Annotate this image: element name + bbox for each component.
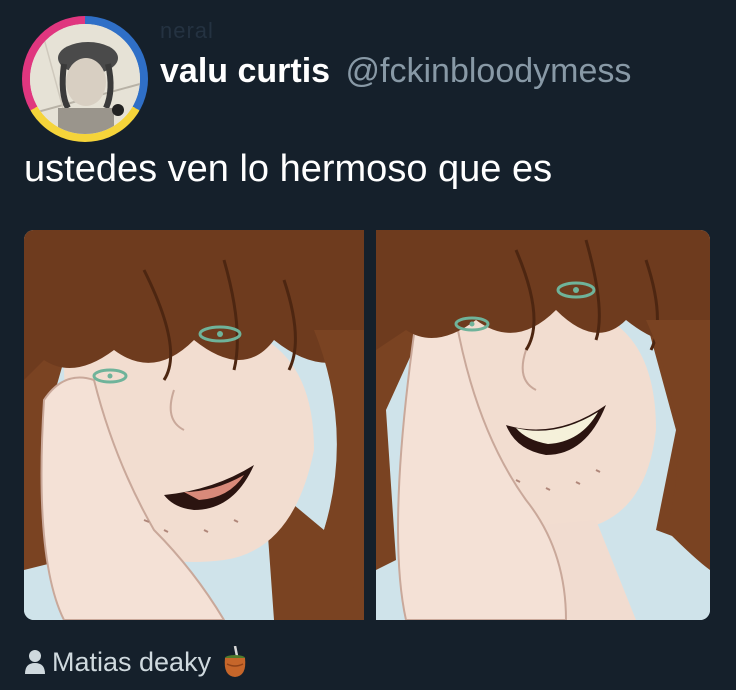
mate-cup-icon: [221, 646, 249, 678]
footer-credit: Matias deaky: [24, 646, 249, 678]
person-icon: [24, 648, 46, 676]
footer-author[interactable]: Matias deaky: [52, 647, 211, 678]
media-image-left[interactable]: [24, 230, 364, 620]
user-handle[interactable]: @fckinbloodymess: [346, 52, 632, 90]
media-image-right[interactable]: [376, 230, 710, 620]
background-ghost-text: neral: [160, 18, 214, 43]
avatar[interactable]: [22, 16, 148, 142]
tweet-header: valu curtis @fckinbloodymess: [160, 52, 631, 91]
display-name[interactable]: valu curtis: [160, 52, 330, 90]
avatar-image: [30, 24, 140, 134]
tweet-text: ustedes ven lo hermoso que es: [24, 148, 553, 190]
